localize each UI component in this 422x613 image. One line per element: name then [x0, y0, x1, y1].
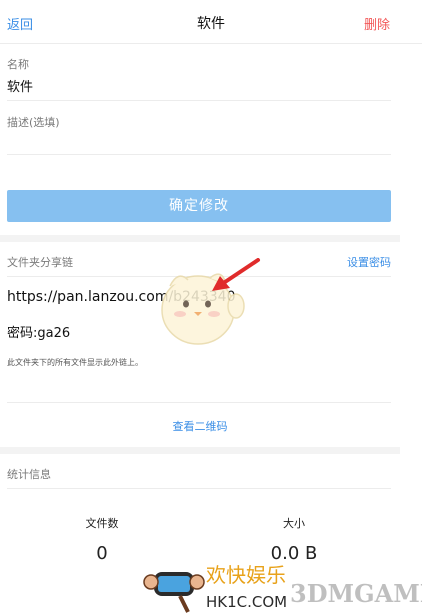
divider: [7, 488, 391, 489]
watermark-cn-text: 欢快娱乐: [206, 563, 286, 587]
section-gap: [0, 235, 400, 242]
page-title: 软件: [197, 16, 225, 32]
share-section-label: 文件夹分享链: [7, 256, 73, 269]
name-field[interactable]: 软件: [7, 76, 33, 95]
mascot-overlay: [161, 258, 260, 345]
watermark-brand-text: 3DMGAME: [290, 579, 422, 608]
watermark-site-text: HK1C.COM: [206, 593, 287, 611]
delete-button[interactable]: 删除: [364, 14, 390, 33]
divider: [7, 402, 391, 403]
gamepad-hands-icon: [143, 572, 205, 613]
divider: [7, 100, 391, 101]
file-count-label: 文件数: [85, 517, 119, 530]
confirm-button[interactable]: 确定修改: [7, 190, 391, 222]
top-bar: 返回 软件 删除: [0, 0, 422, 44]
chick-mascot-icon: [161, 273, 245, 345]
stats-section-label: 统计信息: [7, 468, 51, 481]
share-note: 此文件夹下的所有文件显示此外链上。: [7, 358, 143, 367]
size-label: 大小: [283, 517, 305, 530]
watermark-logo: 欢快娱乐 HK1C.COM 3DMGAME: [143, 563, 422, 613]
view-qr-code-link[interactable]: 查看二维码: [0, 418, 400, 434]
set-password-link[interactable]: 设置密码: [347, 254, 391, 270]
section-gap: [0, 447, 400, 454]
divider: [7, 154, 391, 155]
description-field[interactable]: 描述(选填): [7, 114, 60, 130]
share-password: 密码:ga26: [7, 326, 71, 341]
name-label: 名称: [7, 58, 29, 71]
